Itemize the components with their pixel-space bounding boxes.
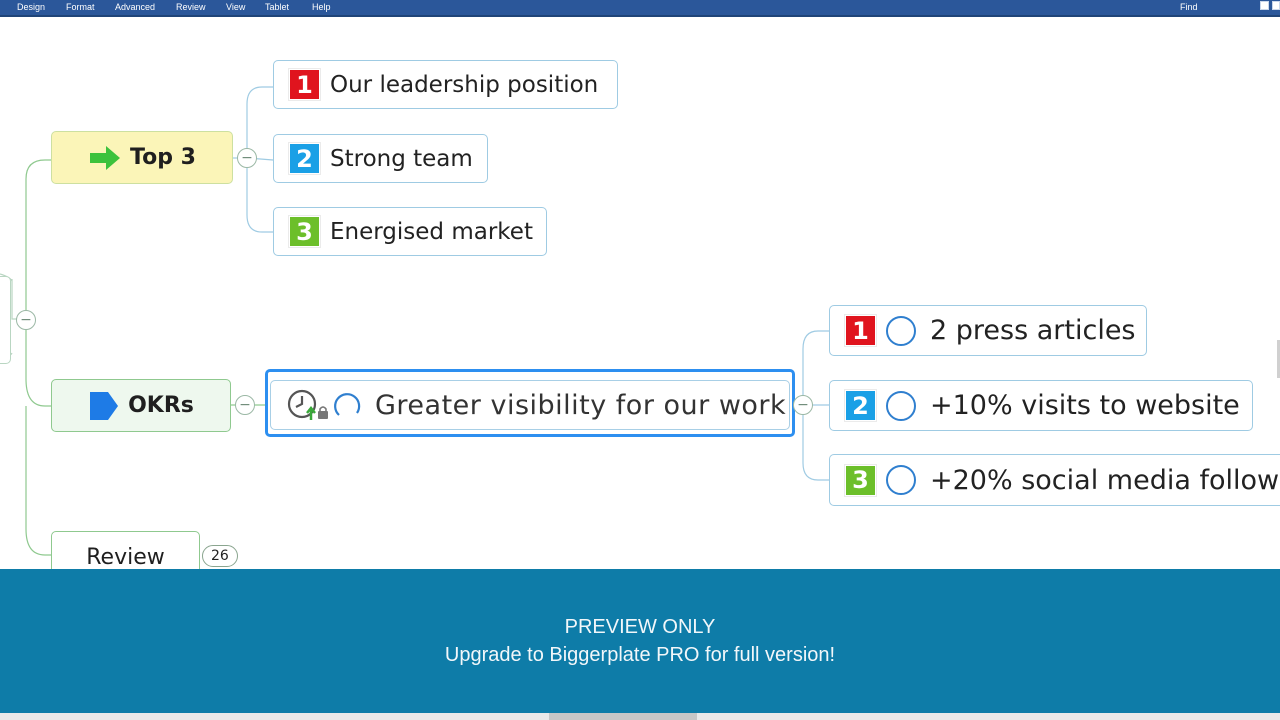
preview-banner: PREVIEW ONLY Upgrade to Biggerplate PRO … [0, 569, 1280, 713]
topic-okrs[interactable]: OKRs [51, 379, 231, 432]
key-result-3[interactable]: 3 +20% social media follow [829, 454, 1280, 506]
central-topic-edge[interactable] [0, 276, 11, 364]
blue-tag-icon [90, 391, 119, 420]
upgrade-message: Upgrade to Biggerplate PRO for full vers… [444, 644, 836, 666]
collapse-symbol: − [797, 397, 809, 413]
priority-3-icon: 3 [845, 464, 876, 496]
key-result-label: +20% social media follow [930, 464, 1280, 496]
task-circle-icon[interactable] [886, 390, 916, 421]
task-circle-icon[interactable] [886, 315, 916, 346]
find-button[interactable]: Find [1180, 2, 1198, 12]
priority-1-icon: 1 [289, 69, 320, 100]
menu-design[interactable]: Design [17, 2, 45, 12]
topic-top3-label: Top 3 [130, 145, 196, 170]
objective-label: Greater visibility for our work [375, 389, 787, 421]
collapse-top3-button[interactable]: − [237, 148, 257, 168]
task-circle-icon[interactable] [886, 465, 916, 495]
subtopic-top3-1[interactable]: 1 Our leadership position [273, 60, 618, 109]
refresh-circle-icon [334, 393, 361, 416]
ribbon-menu-bar: Design Format Advanced Review View Table… [0, 0, 1280, 17]
preview-title: PREVIEW ONLY [564, 616, 716, 638]
clock-up-icon [287, 389, 317, 420]
green-arrow-icon [90, 145, 121, 170]
subtopic-label: Strong team [330, 145, 473, 172]
subtopic-top3-3[interactable]: 3 Energised market [273, 207, 547, 256]
collapse-okrs-button[interactable]: − [235, 395, 255, 415]
menu-help[interactable]: Help [312, 2, 331, 12]
hidden-count-badge[interactable]: 26 [202, 545, 238, 567]
menu-advanced[interactable]: Advanced [115, 2, 155, 12]
priority-1-icon: 1 [845, 315, 876, 346]
subtopic-label: Energised market [330, 218, 533, 245]
priority-3-icon: 3 [289, 216, 320, 247]
key-result-2[interactable]: 2 +10% visits to website [829, 380, 1253, 431]
subtopic-top3-2[interactable]: 2 Strong team [273, 134, 488, 183]
topic-top3[interactable]: Top 3 [51, 131, 233, 184]
collapse-objective-button[interactable]: − [793, 395, 813, 415]
priority-2-icon: 2 [289, 143, 320, 174]
topic-okrs-label: OKRs [128, 393, 194, 418]
collapse-symbol: − [241, 150, 253, 166]
menu-review[interactable]: Review [176, 2, 206, 12]
horizontal-scrollbar-thumb[interactable] [549, 713, 697, 720]
menu-view[interactable]: View [226, 2, 245, 12]
subtopic-label: Our leadership position [330, 71, 599, 98]
subtopic-objective[interactable]: Greater visibility for our work [270, 380, 790, 430]
mind-map-canvas[interactable]: − Top 3 − 1 Our leadership position 2 St… [0, 19, 1280, 581]
key-result-label: 2 press articles [930, 315, 1136, 346]
key-result-label: +10% visits to website [930, 390, 1240, 421]
collapse-symbol: − [20, 312, 32, 328]
ribbon-collapse-button[interactable] [1260, 1, 1269, 10]
collapse-symbol: − [239, 397, 251, 413]
key-result-1[interactable]: 1 2 press articles [829, 305, 1147, 356]
topic-review-label: Review [86, 545, 165, 570]
menu-tablet[interactable]: Tablet [265, 2, 289, 12]
menu-format[interactable]: Format [66, 2, 95, 12]
window-options-button[interactable] [1272, 1, 1280, 10]
lock-icon [318, 406, 328, 419]
priority-2-icon: 2 [845, 390, 876, 421]
collapse-central-button[interactable]: − [16, 310, 36, 330]
